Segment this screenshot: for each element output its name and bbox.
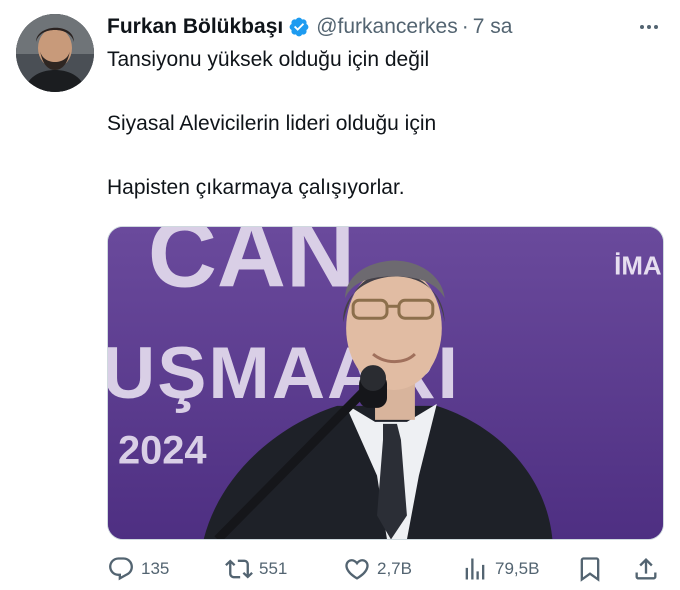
retweet-icon (225, 559, 253, 579)
reply-icon (109, 557, 133, 581)
more-options-icon[interactable] (634, 16, 664, 38)
tweet-text-line: Siyasal Alevicilerin lideri olduğu için (107, 112, 437, 135)
photo-speaker-at-podium: CAN UŞMAARI 2024 İMA (108, 227, 663, 539)
bookmark-button[interactable] (576, 551, 604, 587)
views-count: 79,5B (495, 559, 540, 578)
reply-button[interactable]: 135 (107, 551, 169, 587)
retweet-button[interactable]: 551 (225, 551, 287, 587)
like-count: 2,7B (377, 559, 412, 578)
tweet-text: Tansiyonu yüksek olduğu için değil Siyas… (107, 46, 663, 202)
views-button[interactable]: 79,5B (461, 551, 539, 587)
heart-icon (345, 559, 369, 580)
tweet: Furkan Bölükbaşı @furkancerkes · 7 sa Ta… (0, 0, 680, 590)
tweet-text-line: Tansiyonu yüksek olduğu için değil (107, 48, 430, 71)
tweet-actions-bar: 135 551 2,7B 79,5B (107, 551, 664, 587)
avatar-image (16, 14, 94, 92)
retweet-count: 551 (259, 559, 288, 578)
backdrop-logo-text: İMA (614, 252, 662, 280)
views-icon (465, 558, 485, 580)
share-button[interactable] (632, 551, 660, 587)
share-icon (635, 558, 657, 580)
separator-dot: · (461, 15, 469, 38)
handle[interactable]: @furkancerkes (316, 12, 458, 42)
display-name[interactable]: Furkan Bölükbaşı (107, 12, 283, 42)
tweet-media-photo[interactable]: CAN UŞMAARI 2024 İMA (107, 226, 664, 540)
verified-badge-icon (288, 16, 310, 38)
bookmark-icon (580, 557, 600, 582)
backdrop-text-top: CAN (148, 227, 355, 307)
reply-count: 135 (141, 559, 170, 578)
tweet-header: Furkan Bölükbaşı @furkancerkes · 7 sa (107, 12, 512, 42)
backdrop-year: 2024 (118, 429, 207, 473)
like-button[interactable]: 2,7B (343, 551, 412, 587)
timestamp[interactable]: 7 sa (473, 12, 513, 42)
tweet-text-line: Hapisten çıkarmaya çalışıyorlar. (107, 176, 405, 199)
avatar[interactable] (16, 14, 94, 92)
